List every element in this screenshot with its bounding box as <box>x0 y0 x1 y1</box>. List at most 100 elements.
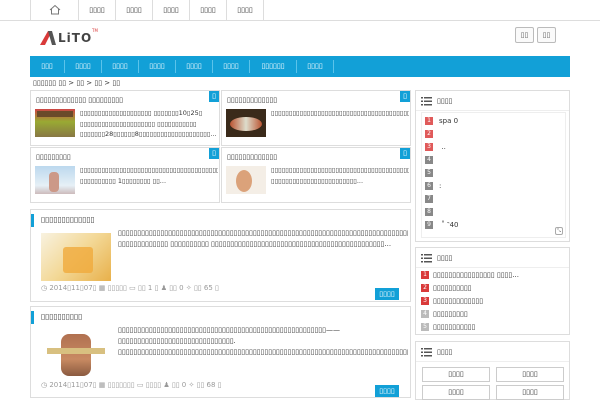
featured-card-1[interactable]: ▯ ▯▯▯▯▯▯▯▯▯▯▯▯▯ ▯▯▯▯▯▯▯▯▯ ▯▯▯▯▯▯▯▯▯▯▯▯▯▯… <box>30 90 220 146</box>
nav-item-3[interactable]: ▯▯▯▯ <box>102 56 138 77</box>
post-excerpt: ▯▯▯▯▯▯▯▯▯▯▯▯▯▯▯▯▯▯▯▯▯▯▯▯▯▯▯▯▯▯▯▯▯▯▯▯▯▯▯▯… <box>118 326 408 356</box>
clock-icon: ◷ <box>41 381 48 389</box>
sidebar-widget-ranking: ▯▯▯▯ 1 ▯▯▯▯▯▯▯▯▯▯▯▯▯▯▯▯ ▯▯▯▯... 2 ▯▯▯▯▯▯▯▯… <box>415 247 570 335</box>
ranking-item[interactable]: 5 ▯▯▯▯▯▯▯▯▯▯▯ <box>421 323 475 331</box>
widget-title: ▯▯▯▯ <box>437 254 453 262</box>
ranking-link[interactable]: ▯▯▯▯▯▯▯▯▯▯▯▯▯▯▯▯ ▯▯▯▯... <box>433 271 519 279</box>
top-link-3[interactable]: ▯▯▯▯ <box>152 0 189 20</box>
tag-row[interactable]: 4 <box>425 156 439 166</box>
card-thumbnail[interactable] <box>226 109 266 137</box>
comment-icon: ▭ <box>129 284 136 292</box>
post-excerpt: ▯▯▯▯▯▯▯▯▯▯▯▯▯▯▯▯▯▯▯▯▯▯▯▯▯▯▯▯▯▯▯▯▯▯▯▯▯▯▯▯… <box>118 229 408 248</box>
resize-handle-icon[interactable]: ⤡ <box>555 227 563 235</box>
card-thumbnail[interactable] <box>35 166 75 194</box>
featured-card-2[interactable]: ▯ ▯▯▯▯▯▯▯▯▯▯▯▯▯ ▯▯▯▯▯▯▯▯▯▯▯▯▯▯▯▯▯▯▯▯▯▯▯▯… <box>221 90 411 146</box>
post-title[interactable]: ▯▯▯▯▯▯▯▯▯▯▯▯▯ <box>41 215 95 224</box>
ranking-link[interactable]: ▯▯▯▯▯▯▯▯▯ <box>433 310 468 318</box>
tag-text: spa 0 <box>439 117 459 125</box>
widget-title: ▯▯▯▯ <box>437 348 453 356</box>
top-link-2[interactable]: ▯▯▯▯ <box>115 0 152 20</box>
widget-header: ▯▯▯▯ <box>416 248 569 268</box>
logo-trademark: TM <box>92 28 98 33</box>
card-corner-badge: ▯ <box>400 148 410 159</box>
card-thumbnail[interactable] <box>226 166 266 194</box>
post-comments[interactable]: ▯▯▯▯ <box>146 381 161 389</box>
rank-number: 2 <box>425 130 433 138</box>
widget-title: ▯▯▯▯ <box>437 97 453 105</box>
ranking-link[interactable]: ▯▯▯▯▯▯▯▯▯▯▯ <box>433 323 475 331</box>
ranking-link[interactable]: ▯▯▯▯▯▯▯▯▯▯▯▯▯ <box>433 297 483 305</box>
post-date: 2014▯11▯07▯ <box>49 381 97 389</box>
post-category[interactable]: ▯▯▯▯▯▯▯ <box>108 381 135 389</box>
tag-text: ˚ ‶40 <box>439 221 459 229</box>
nav-item-1[interactable]: ▯▯▯ <box>30 56 64 77</box>
card-title[interactable]: ▯▯▯▯▯▯▯▯▯ <box>36 153 71 161</box>
like-icon: ♟ <box>160 284 167 292</box>
rank-number: 5 <box>425 169 433 177</box>
nav-item-5[interactable]: ▯▯▯▯ <box>176 56 212 77</box>
card-excerpt: ▯▯▯▯▯▯▯▯▯▯▯▯▯▯▯▯▯▯▯▯▯▯▯▯▯▯▯▯▯▯▯▯▯▯▯▯▯▯▯▯… <box>271 109 409 117</box>
tag-row[interactable]: 5 <box>425 169 439 179</box>
ranking-item[interactable]: 1 ▯▯▯▯▯▯▯▯▯▯▯▯▯▯▯▯ ▯▯▯▯... <box>421 271 519 279</box>
post-title[interactable]: ▯▯▯▯▯▯▯▯▯▯ <box>41 312 82 321</box>
home-link[interactable] <box>30 0 78 20</box>
logo-text: LiTO <box>58 31 93 45</box>
post-meta: ◷ 2014▯11▯07▯ ▦ ▯▯▯▯▯ ▭ ▯▯ 1 ▯ ♟ ▯▯ 0 ✧ … <box>41 284 219 292</box>
post-category[interactable]: ▯▯▯▯▯ <box>108 284 127 292</box>
link-button[interactable]: ▯▯▯▯ <box>496 385 564 400</box>
featured-card-4[interactable]: ▯ ▯▯▯▯▯▯▯▯▯▯▯▯▯ ▯▯▯▯▯▯▯▯▯▯▯▯▯▯▯▯▯▯▯▯▯▯▯▯… <box>221 147 411 203</box>
nav-item-6[interactable]: ▯▯▯▯ <box>213 56 249 77</box>
rank-number: 3 <box>425 143 433 151</box>
tag-list: 1 spa 0 2 3 ‥ 4 5 6: 7 8 9 ˚ ‶40 ⤡ <box>421 112 566 238</box>
tag-row[interactable]: 3 ‥ <box>425 143 446 153</box>
link-button[interactable]: ▯▯▯▯ <box>422 367 490 382</box>
read-more-button[interactable]: ▯▯▯▯ <box>375 288 399 300</box>
tag-row[interactable]: 9 ˚ ‶40 <box>425 221 458 231</box>
site-logo[interactable]: LiTO TM <box>38 28 100 48</box>
card-title[interactable]: ▯▯▯▯▯▯▯▯▯▯▯▯▯ <box>227 96 277 104</box>
tag-row[interactable]: 2 <box>425 130 439 140</box>
featured-card-3[interactable]: ▯ ▯▯▯▯▯▯▯▯▯ ▯▯▯▯▯▯▯▯▯▯▯▯▯▯▯▯▯▯▯▯▯▯▯▯▯▯▯▯… <box>30 147 220 203</box>
rank-number: 4 <box>421 310 429 318</box>
ranking-item[interactable]: 4 ▯▯▯▯▯▯▯▯▯ <box>421 310 468 318</box>
link-button[interactable]: ▯▯▯▯ <box>496 367 564 382</box>
ranking-link[interactable]: ▯▯▯▯▯▯▯▯▯▯ <box>433 284 472 292</box>
nav-divider <box>333 60 334 73</box>
list-icon <box>421 97 432 106</box>
header-button-1[interactable]: ▯▯ <box>515 27 534 43</box>
nav-item-2[interactable]: ▯▯▯▯ <box>65 56 101 77</box>
read-more-button[interactable]: ▯▯▯▯ <box>375 385 399 397</box>
rank-number: 8 <box>425 208 433 216</box>
tag-row[interactable]: 7 <box>425 195 439 205</box>
post-accent-bar <box>31 311 34 324</box>
tag-row[interactable]: 8 <box>425 208 439 218</box>
card-corner-badge: ▯ <box>400 91 410 102</box>
ranking-item[interactable]: 3 ▯▯▯▯▯▯▯▯▯▯▯▯▯ <box>421 297 483 305</box>
rank-number: 3 <box>421 297 429 305</box>
top-link-4[interactable]: ▯▯▯▯ <box>189 0 226 20</box>
header-button-2[interactable]: ▯▯ <box>537 27 556 43</box>
nav-item-7[interactable]: ▯▯▯▯▯▯ <box>250 56 296 77</box>
widget-header: ▯▯▯▯ <box>416 91 569 111</box>
rank-number: 9 <box>425 221 433 229</box>
post-likes[interactable]: ▯▯ 0 <box>169 284 183 292</box>
nav-item-4[interactable]: ▯▯▯▯ <box>139 56 175 77</box>
tag-row[interactable]: 1 spa 0 <box>425 117 458 127</box>
top-link-5[interactable]: ▯▯▯▯ <box>226 0 264 20</box>
post-comments[interactable]: ▯▯ 1 ▯ <box>138 284 158 292</box>
top-link-1[interactable]: ▯▯▯▯ <box>78 0 115 20</box>
ranking-item[interactable]: 2 ▯▯▯▯▯▯▯▯▯▯ <box>421 284 472 292</box>
rank-number: 5 <box>421 323 429 331</box>
post-thumbnail[interactable] <box>41 233 111 281</box>
tag-row[interactable]: 6: <box>425 182 441 192</box>
nav-item-8[interactable]: ▯▯▯▯ <box>297 56 333 77</box>
post-thumbnail[interactable] <box>41 330 111 378</box>
card-excerpt: ▯▯▯▯▯▯▯▯▯▯▯▯▯▯▯▯▯▯▯▯▯▯▯▯▯▯▯▯▯▯▯▯▯▯▯▯▯▯▯▯… <box>271 166 409 185</box>
card-title[interactable]: ▯▯▯▯▯▯▯▯▯▯▯▯▯ <box>227 153 277 161</box>
post-accent-bar <box>31 214 34 227</box>
card-title[interactable]: ▯▯▯▯▯▯▯▯▯▯▯▯▯ ▯▯▯▯▯▯▯▯▯ <box>36 96 123 104</box>
link-button[interactable]: ▯▯▯▯ <box>422 385 490 400</box>
post-item: ▯▯▯▯▯▯▯▯▯▯▯▯▯ ▯▯▯▯▯▯▯▯▯▯▯▯▯▯▯▯▯▯▯▯▯▯▯▯▯▯… <box>30 209 411 302</box>
post-likes[interactable]: ▯▯ 0 <box>172 381 186 389</box>
card-thumbnail[interactable] <box>35 109 75 137</box>
